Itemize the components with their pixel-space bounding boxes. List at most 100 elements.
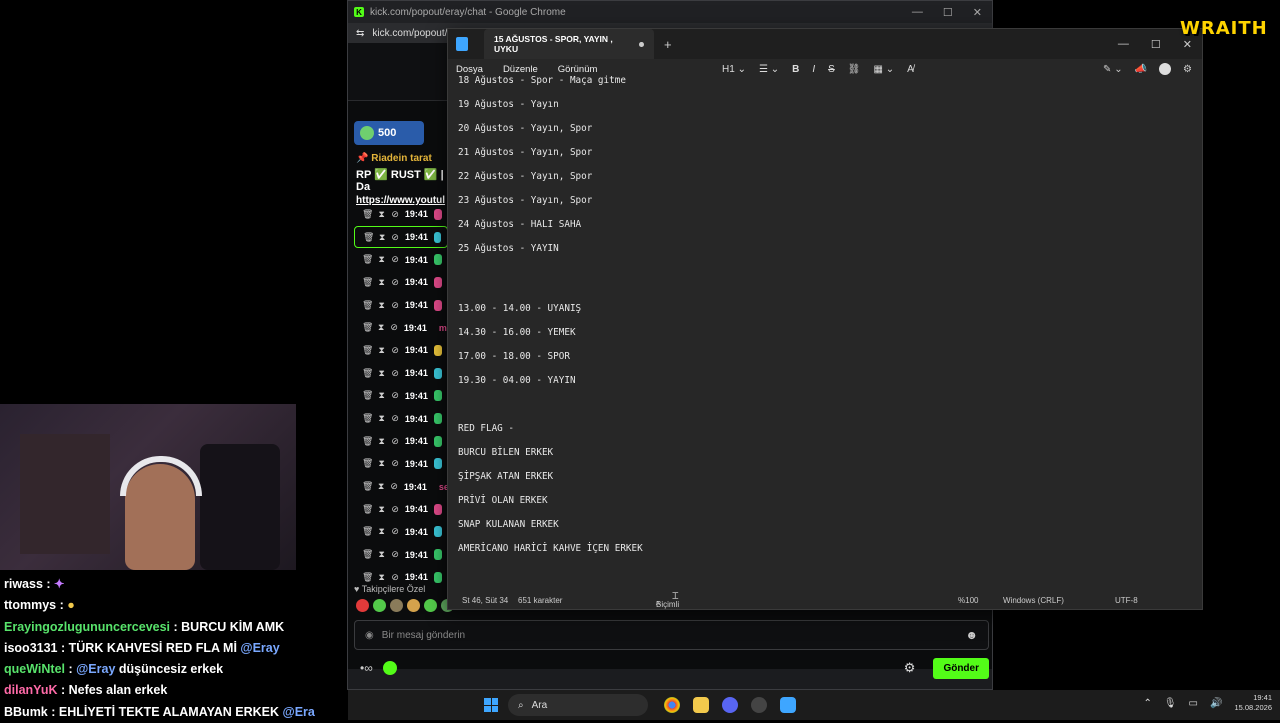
delete-icon[interactable]: 🗑 [362,549,373,560]
delete-icon[interactable]: 🗑 [362,300,373,311]
menu-file[interactable]: Dosya [456,64,483,75]
delete-icon[interactable]: 🗑 [362,481,373,492]
discord-icon[interactable] [722,697,738,713]
ban-icon[interactable]: ⊘ [390,322,398,333]
gear-icon[interactable]: ⚙ [1183,64,1192,75]
chat-row[interactable]: 🗑 ⧗ ⊘ 19:41 [354,385,448,408]
text-line[interactable]: 13.00 - 14.00 - UYANIŞ [458,303,581,314]
taskbar-search[interactable]: ⌕ Ara [508,694,648,716]
timeout-icon[interactable]: ⧗ [378,526,385,537]
timeout-icon[interactable]: ⧗ [378,549,385,560]
chevron-up-icon[interactable]: ⌃ [1143,698,1151,709]
list-dropdown-icon[interactable]: ☰ ⌄ [759,64,779,75]
chat-row[interactable]: 🗑 ⧗ ⊘ 19:41 [354,203,448,226]
delete-icon[interactable]: 🗑 [362,390,373,401]
timeout-icon[interactable]: ⧗ [378,300,385,311]
announce-icon[interactable]: 📣 [1135,64,1147,75]
chat-row[interactable]: 🗑 ⧗ ⊘ 19:41 [354,339,448,362]
text-line[interactable]: 14.30 - 16.00 - YEMEK [458,327,576,338]
volume-icon[interactable]: 🔊 [1210,698,1222,709]
chat-row[interactable]: 🗑 ⧗ ⊘ 19:41 [354,543,448,566]
delete-icon[interactable]: 🗑 [362,209,373,220]
delete-icon[interactable]: 🗑 [362,254,373,265]
menu-edit[interactable]: Düzenle [503,64,538,75]
text-line[interactable]: 22 Ağustos - Yayın, Spor [458,171,592,182]
timeout-icon[interactable]: ⧗ [378,254,385,265]
text-line[interactable]: 25 Ağustos - YAYIN [458,243,559,254]
encoding[interactable]: UTF-8 [1115,596,1138,605]
menu-view[interactable]: Görünüm [558,64,598,75]
delete-icon[interactable]: 🗑 [362,345,373,356]
windows-start-icon[interactable] [484,698,498,712]
send-button[interactable]: Gönder [933,657,989,679]
chat-row[interactable]: 🗑 ⧗ ⊘ 19:41 [354,498,448,521]
kick-logo-icon[interactable] [382,661,397,675]
ban-icon[interactable]: ⊘ [391,277,399,288]
chat-row[interactable]: 🗑⧗⊘19:41mel [354,316,454,339]
ban-icon[interactable]: ⊘ [391,458,399,469]
emote-icon[interactable] [424,599,437,612]
chat-row[interactable]: 🗑 ⧗ ⊘ 19:41 [354,362,448,385]
timeout-icon[interactable]: ⧗ [378,458,385,469]
delete-icon[interactable]: 🗑 [362,572,373,583]
ban-icon[interactable]: ⊘ [391,549,399,560]
delete-icon[interactable]: 🗑 [362,436,373,447]
link-icon[interactable]: ⛓ [848,64,861,75]
timeout-icon[interactable]: ⧗ [378,345,385,356]
timeout-icon[interactable]: ⧗ [378,322,384,333]
zoom-level[interactable]: %100 [958,596,978,605]
chat-row[interactable]: 🗑 ⧗ ⊘ 19:41 [354,430,448,453]
ban-icon[interactable]: ⊘ [391,232,399,243]
microphone-icon[interactable]: 🎙 [1164,698,1177,709]
text-line[interactable]: 19.30 - 04.00 - YAYIN [458,375,576,386]
delete-icon[interactable]: 🗑 [362,322,373,333]
ban-icon[interactable]: ⊘ [391,254,399,265]
notepad-taskbar-icon[interactable] [780,697,796,713]
timeout-icon[interactable]: ⧗ [378,413,385,424]
table-dropdown-icon[interactable]: ▦ ⌄ [873,64,894,75]
timeout-icon[interactable]: ⧗ [378,209,385,220]
pinned-message[interactable]: 📌 Riadein tarat RP ✅ RUST ✅ | Da https:/… [356,153,456,206]
delete-icon[interactable]: 🗑 [362,277,373,288]
text-line[interactable]: 19 Ağustos - Yayın [458,99,559,110]
unsaved-dot-icon[interactable] [639,41,644,47]
clock[interactable]: 19:41 15.08.2026 [1234,693,1272,713]
ban-icon[interactable]: ⊘ [391,572,399,583]
text-line[interactable]: RED FLAG - [458,423,514,434]
timeout-icon[interactable]: ⧗ [378,436,385,447]
line-ending[interactable]: Windows (CRLF) [1003,596,1064,605]
balance-badge[interactable]: 500 [354,121,424,145]
ban-icon[interactable]: ⊘ [391,436,399,447]
timeout-icon[interactable]: ⧗ [378,481,384,492]
ban-icon[interactable]: ⊘ [391,209,399,220]
notepad-tab[interactable]: 15 AĞUSTOS - SPOR, YAYIN , UYKU [484,29,654,59]
text-line[interactable]: 23 Ağustos - Yayın, Spor [458,195,592,206]
text-line[interactable]: 24 Ağustos - HALI SAHA [458,219,581,230]
text-line[interactable]: ŞİPŞAK ATAN ERKEK [458,471,553,482]
close-icon[interactable]: ✕ [973,6,982,19]
minimize-icon[interactable]: — [1118,38,1129,50]
maximize-icon[interactable]: ☐ [1151,38,1161,51]
chat-row[interactable]: 🗑 ⧗ ⊘ 19:41 [354,248,448,271]
chat-row[interactable]: 🗑 ⧗ ⊘ 19:41 [354,271,448,294]
ban-icon[interactable]: ⊘ [391,345,399,356]
delete-icon[interactable]: 🗑 [363,232,374,243]
text-line[interactable]: BURCU BİLEN ERKEK [458,447,553,458]
emote-icon[interactable] [390,599,403,612]
chat-row[interactable]: 🗑 ⧗ ⊘ 19:41 [354,453,448,476]
chat-row[interactable]: 🗑 ⧗ ⊘ 19:41 [354,294,448,317]
dots-icon[interactable]: •∞ [360,661,373,675]
delete-icon[interactable]: 🗑 [362,504,373,515]
italic-icon[interactable]: I [812,64,815,75]
timeout-icon[interactable]: ⧗ [378,572,385,583]
timeout-icon[interactable]: ⧗ [378,368,385,379]
chrome-taskbar-icon[interactable] [664,697,680,713]
timeout-icon[interactable]: ⧗ [379,232,385,243]
text-line[interactable]: 17.00 - 18.00 - SPOR [458,351,570,362]
text-line[interactable]: 21 Ağustos - Yayın, Spor [458,147,592,158]
delete-icon[interactable]: 🗑 [362,368,373,379]
delete-icon[interactable]: 🗑 [362,526,373,537]
message-input[interactable]: ◉ Bir mesaj gönderin ☻ [354,620,989,650]
chat-row[interactable]: 🗑 ⧗ ⊘ 19:41 [354,225,448,249]
strikethrough-icon[interactable]: S [828,64,835,75]
